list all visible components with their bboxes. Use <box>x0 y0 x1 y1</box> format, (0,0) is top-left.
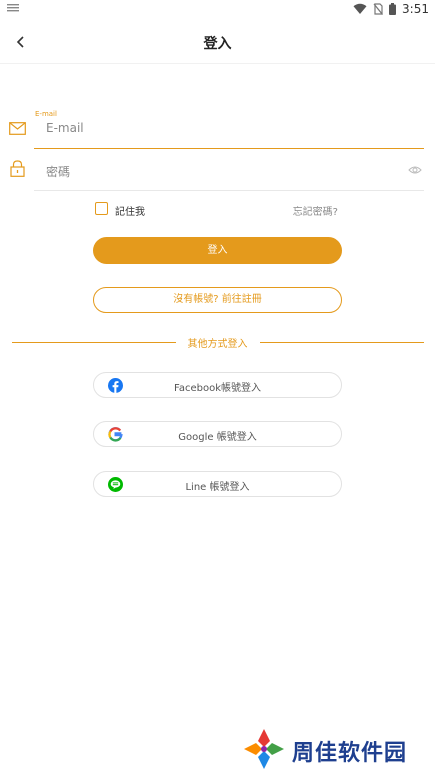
mail-icon <box>9 122 26 135</box>
forgot-password-link[interactable]: 忘記密碼? <box>293 203 338 218</box>
remember-label: 記住我 <box>115 207 145 218</box>
status-time: 3:51 <box>402 2 429 16</box>
email-placeholder: E-mail <box>46 121 84 135</box>
notification-icon <box>7 4 19 12</box>
password-field[interactable]: 密碼 <box>34 152 424 191</box>
google-login-button[interactable]: Google 帳號登入 <box>93 421 342 447</box>
line-login-label: Line 帳號登入 <box>185 482 250 493</box>
watermark: 周佳软件园 <box>242 727 432 771</box>
lock-icon <box>10 160 25 177</box>
register-button[interactable]: 沒有帳號? 前往註冊 <box>93 287 342 313</box>
facebook-login-button[interactable]: Facebook帳號登入 <box>93 372 342 398</box>
line-login-button[interactable]: Line 帳號登入 <box>93 471 342 497</box>
password-placeholder: 密碼 <box>46 165 71 179</box>
wifi-icon <box>353 3 367 14</box>
page-title: 登入 <box>203 36 232 52</box>
watermark-logo-icon <box>244 729 284 769</box>
google-login-label: Google 帳號登入 <box>178 432 257 443</box>
email-field[interactable]: E-mail <box>34 110 424 149</box>
other-login-label: 其他方式登入 <box>187 339 248 350</box>
eye-icon[interactable] <box>408 165 422 175</box>
facebook-login-label: Facebook帳號登入 <box>174 383 261 394</box>
watermark-text: 周佳软件园 <box>292 741 408 766</box>
no-sim-icon <box>373 3 384 15</box>
battery-icon <box>389 3 397 15</box>
app-bar: 登入 <box>0 22 435 64</box>
remember-checkbox[interactable] <box>95 202 108 215</box>
status-bar: 3:51 <box>0 0 435 18</box>
login-button[interactable]: 登入 <box>93 237 342 264</box>
